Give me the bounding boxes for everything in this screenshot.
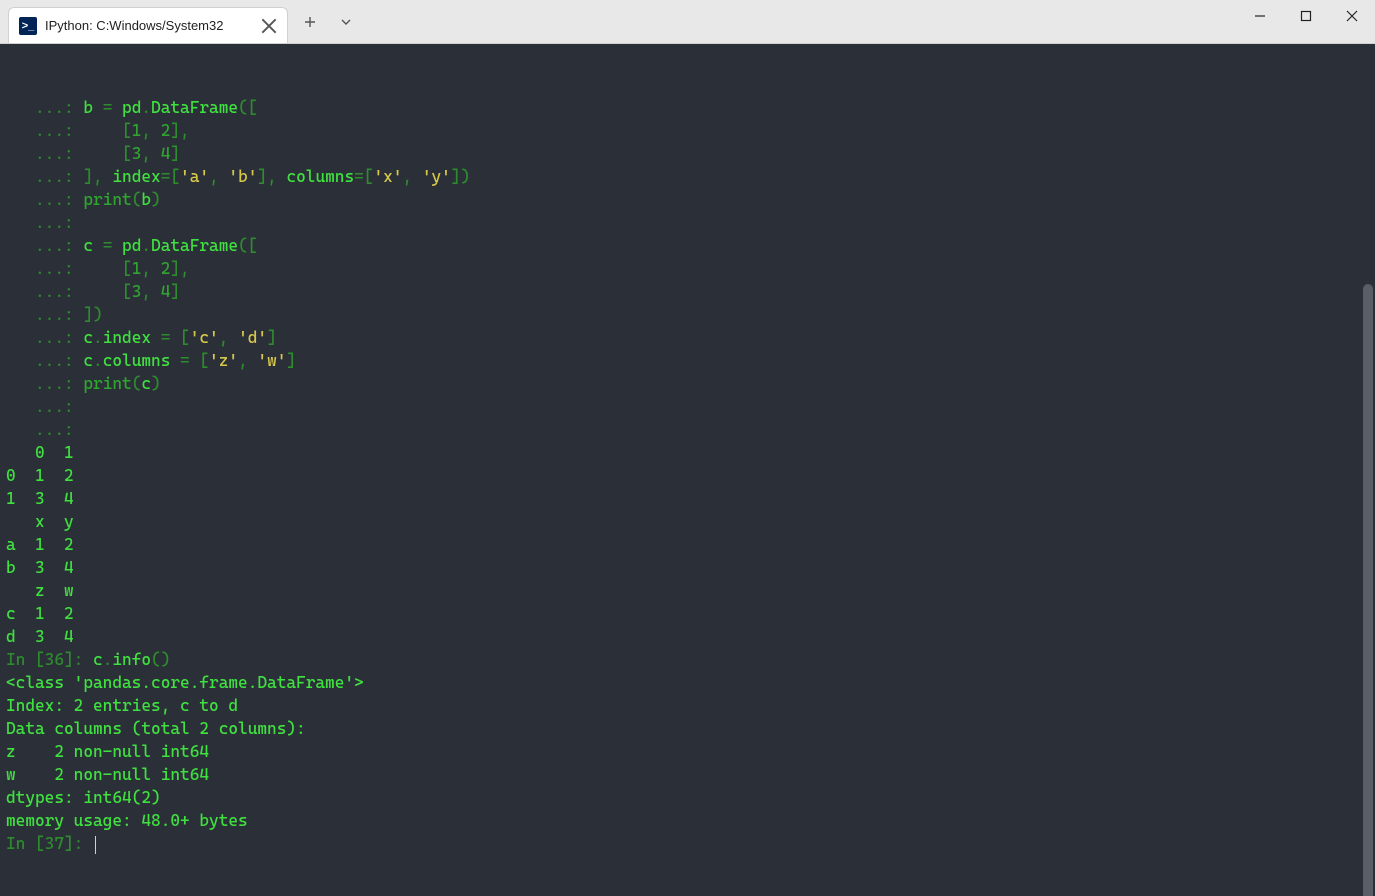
output-line: z w [6,579,1369,602]
output-line: d 3 4 [6,625,1369,648]
terminal-view[interactable]: ...: b = pd.DataFrame([ ...: [1, 2], ...… [0,44,1375,896]
output-line: w 2 non-null int64 [6,763,1369,786]
powershell-icon: >_ [19,17,37,35]
code-line: ...: [3, 4] [6,142,1369,165]
output-line: 0 1 2 [6,464,1369,487]
output-line: z 2 non-null int64 [6,740,1369,763]
tabbar-buttons [288,0,362,43]
code-line: ...: c.columns = ['z', 'w'] [6,349,1369,372]
code-line: ...: c = pd.DataFrame([ [6,234,1369,257]
maximize-button[interactable] [1283,0,1329,32]
output-line: b 3 4 [6,556,1369,579]
output-line: c 1 2 [6,602,1369,625]
window-controls [1237,0,1375,36]
tab-ipython[interactable]: >_ IPython: C:Windows/System32 [8,7,288,43]
scrollbar-thumb[interactable] [1363,284,1373,896]
code-line: ...: [6,395,1369,418]
code-line: ...: ]) [6,303,1369,326]
code-line: ...: c.index = ['c', 'd'] [6,326,1369,349]
code-line: ...: print(c) [6,372,1369,395]
tab-title: IPython: C:Windows/System32 [45,18,223,33]
output-line: x y [6,510,1369,533]
prompt-line: In [37]: [6,832,1369,855]
output-line: Index: 2 entries, c to d [6,694,1369,717]
output-line: dtypes: int64(2) [6,786,1369,809]
output-line: 0 1 [6,441,1369,464]
output-line: Data columns (total 2 columns): [6,717,1369,740]
output-line: a 1 2 [6,533,1369,556]
code-line: ...: [1, 2], [6,119,1369,142]
minimize-button[interactable] [1237,0,1283,32]
prompt-line: In [36]: c.info() [6,648,1369,671]
code-line: ...: [6,211,1369,234]
titlebar: >_ IPython: C:Windows/System32 [0,0,1375,44]
code-line: ...: [3, 4] [6,280,1369,303]
code-line: ...: b = pd.DataFrame([ [6,96,1369,119]
close-tab-button[interactable] [261,18,277,34]
code-line: ...: [6,418,1369,441]
scrollbar[interactable] [1361,44,1375,896]
code-line: ...: [1, 2], [6,257,1369,280]
output-line: 1 3 4 [6,487,1369,510]
cursor [95,836,96,854]
output-line: <class 'pandas.core.frame.DataFrame'> [6,671,1369,694]
new-tab-button[interactable] [294,6,326,38]
tab-strip: >_ IPython: C:Windows/System32 [0,0,288,43]
tab-dropdown-button[interactable] [330,6,362,38]
code-line: ...: print(b) [6,188,1369,211]
close-window-button[interactable] [1329,0,1375,32]
output-line: memory usage: 48.0+ bytes [6,809,1369,832]
code-line: ...: ], index=['a', 'b'], columns=['x', … [6,165,1369,188]
